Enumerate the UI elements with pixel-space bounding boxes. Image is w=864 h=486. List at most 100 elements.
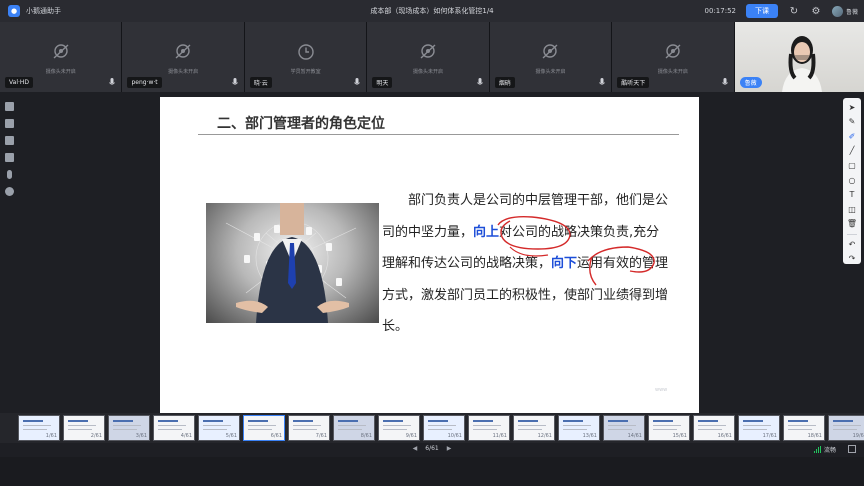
- thumbnail-content-line: [563, 425, 591, 426]
- slide-thumbnail[interactable]: 19/61: [828, 415, 864, 441]
- text-tool-icon[interactable]: T: [847, 190, 857, 200]
- video-tile[interactable]: 摄像头未开启 酷听天下: [612, 22, 734, 92]
- trash-icon[interactable]: 🗑: [847, 219, 857, 229]
- participant-name: 晓·云: [249, 77, 272, 88]
- mic-icon: [109, 78, 116, 85]
- slide-thumbnail[interactable]: 4/61: [153, 415, 195, 441]
- next-page-icon[interactable]: ▶: [447, 445, 452, 452]
- app-logo-icon: ●: [8, 5, 20, 17]
- signal-icon: [813, 446, 821, 453]
- thumbnail-content-line: [293, 425, 321, 426]
- slide-thumbnail[interactable]: 14/61: [603, 415, 645, 441]
- video-tile[interactable]: 摄像头未开启 烟硝: [489, 22, 612, 92]
- video-status: 摄像头未开启: [535, 69, 566, 75]
- eraser-icon[interactable]: ◫: [847, 205, 857, 215]
- slide-thumbnail[interactable]: 17/61: [738, 415, 780, 441]
- network-quality: 流畅: [823, 447, 836, 454]
- thumbnail-content-line: [743, 420, 763, 422]
- thumbnail-content-line: [383, 420, 403, 422]
- thumbnail-content-line: [698, 429, 722, 430]
- refresh-icon[interactable]: ↻: [788, 5, 800, 17]
- thumbnail-content-line: [23, 425, 51, 426]
- app-window: ● 小鹅通助手 成本部（现场成本）如何体系化管控1/4 00:17:52 下课 …: [0, 0, 864, 486]
- teacher-name-badge: 鲁薇: [739, 77, 762, 88]
- slide-thumbnail[interactable]: 12/61: [513, 415, 555, 441]
- pointer-icon[interactable]: ➤: [847, 103, 857, 113]
- end-class-button[interactable]: 下课: [745, 4, 778, 18]
- redo-icon[interactable]: ↷: [847, 254, 857, 264]
- mic-icon: [476, 78, 483, 85]
- title-bar: ● 小鹅通助手 成本部（现场成本）如何体系化管控1/4 00:17:52 下课 …: [0, 0, 864, 22]
- circle-icon[interactable]: ○: [847, 176, 857, 186]
- slide-thumbnail[interactable]: 1/61: [18, 415, 60, 441]
- thumbnail-content-line: [203, 429, 227, 430]
- slide-thumbnail[interactable]: 9/61: [378, 415, 420, 441]
- participant-name: 明天: [372, 77, 393, 88]
- highlight-up: 向上: [473, 224, 500, 240]
- thumbnail-content-line: [428, 425, 456, 426]
- thumbnail-content-line: [113, 420, 133, 422]
- thumbnail-content-line: [68, 420, 88, 422]
- left-toolbar: [0, 92, 18, 412]
- camera-off-icon: [665, 44, 681, 59]
- thumbnail-content-line: [608, 425, 636, 426]
- thumbnail-content-line: [608, 420, 628, 422]
- thumbnail-content-line: [518, 420, 538, 422]
- video-tile[interactable]: 学员暂开教室 晓·云: [244, 22, 367, 92]
- thumbnail-content-line: [338, 420, 358, 422]
- teacher-video-tile[interactable]: 鲁薇: [734, 22, 864, 92]
- mic-icon[interactable]: [6, 170, 12, 179]
- gear-icon[interactable]: ⚙: [810, 5, 822, 17]
- slide-thumbnail[interactable]: 2/61: [63, 415, 105, 441]
- slide-thumbnail[interactable]: 8/61: [333, 415, 375, 441]
- presentation-slide: 二、部门管理者的角色定位 部门负责人是公司的中层管理干部，他们是公司的中坚力量，…: [160, 97, 699, 413]
- slide-thumbnail[interactable]: 7/61: [288, 415, 330, 441]
- bottom-bar: ◀ 6/61 ▶ 流畅: [0, 443, 864, 457]
- participant-name: Val·HD: [5, 77, 34, 88]
- thumbnail-content-line: [428, 429, 452, 430]
- document-icon[interactable]: [4, 119, 14, 128]
- slide-thumbnail[interactable]: 11/61: [468, 415, 510, 441]
- thumbnail-content-line: [743, 429, 767, 430]
- slide-thumbnail[interactable]: 15/61: [648, 415, 690, 441]
- slide-thumbnail[interactable]: 5/61: [198, 415, 240, 441]
- highlighter-icon[interactable]: ✐: [847, 132, 857, 142]
- user-menu[interactable]: 鲁薇: [831, 5, 858, 17]
- thumbnail-page-number: 16/61: [717, 433, 732, 439]
- slide-thumbnail-strip: 1/61 2/61 3/61 4/61 5/61 6/61 7/61 8/61 9/61 10/6…: [0, 413, 864, 443]
- thumbnail-content-line: [653, 425, 681, 426]
- fullscreen-icon[interactable]: [848, 445, 856, 453]
- settings-icon[interactable]: [4, 187, 14, 196]
- rectangle-icon[interactable]: ▢: [847, 161, 857, 171]
- thumbnail-content-line: [788, 420, 808, 422]
- thumbnail-content-line: [383, 425, 411, 426]
- class-timer: 00:17:52: [704, 7, 736, 15]
- slide-thumbnail[interactable]: 16/61: [693, 415, 735, 441]
- network-status: 流畅: [813, 445, 836, 454]
- screen-share-icon[interactable]: [4, 136, 14, 145]
- slide-thumbnail[interactable]: 13/61: [558, 415, 600, 441]
- chat-icon[interactable]: [4, 102, 14, 111]
- line-icon[interactable]: ╱: [847, 147, 857, 157]
- video-tile[interactable]: 摄像头未开启 peng·w·t: [122, 22, 244, 92]
- undo-icon[interactable]: ↶: [847, 240, 857, 250]
- participant-name: 烟硝: [494, 77, 515, 88]
- image-icon[interactable]: [4, 153, 14, 162]
- clock-icon: [297, 44, 314, 60]
- slide-thumbnail[interactable]: 3/61: [108, 415, 150, 441]
- slide-thumbnail[interactable]: 18/61: [783, 415, 825, 441]
- slide-thumbnail[interactable]: 10/61: [423, 415, 465, 441]
- thumbnail-page-number: 12/61: [537, 433, 552, 439]
- thumbnail-content-line: [293, 420, 313, 422]
- page-navigator: ◀ 6/61 ▶: [0, 445, 864, 452]
- video-tile[interactable]: 摄像头未开启 明天: [367, 22, 489, 92]
- thumbnail-content-line: [23, 420, 43, 422]
- slide-thumbnail[interactable]: 6/61: [243, 415, 285, 441]
- thumbnail-content-line: [248, 425, 276, 426]
- teacher-video-feed: [781, 36, 822, 92]
- pen-icon[interactable]: ✎: [847, 118, 857, 128]
- prev-page-icon[interactable]: ◀: [413, 445, 418, 452]
- camera-off-icon: [53, 44, 69, 59]
- video-tile[interactable]: 摄像头未开启 Val·HD: [0, 22, 122, 92]
- thumbnail-content-line: [23, 429, 47, 430]
